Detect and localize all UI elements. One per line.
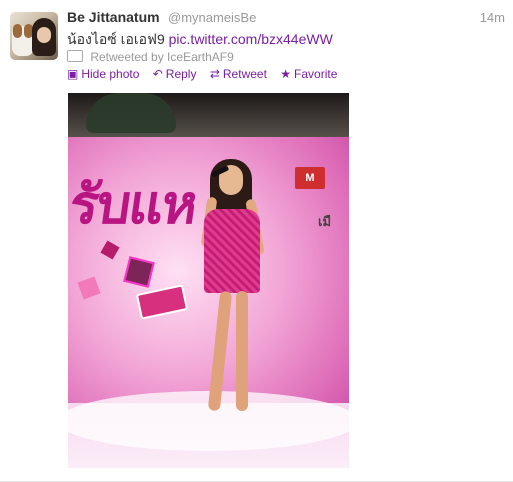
tweet-username[interactable]: @mynameisBe [168,10,256,25]
singer-dress [204,209,260,293]
tweet-link[interactable]: pic.twitter.com/bzx44eWW [169,31,333,47]
retweet-small-icon [67,50,83,62]
retweet-icon: ⇄ [209,67,220,81]
tweet-actions: ▣ Hide photo ↶ Reply ⇄ Retweet ★ Favorite [67,67,347,81]
tweet-text-body: น้องไอซ์ เอเอฟ9 [67,31,165,47]
tweet-photo[interactable]: รับแห M เมื [68,93,349,468]
favorite-button[interactable]: ★ Favorite [280,67,337,81]
tweet: Be Jittanatum @mynameisBe 14m น้องไอซ์ เ… [0,0,513,482]
tweet-timestamp[interactable]: 14m [480,10,505,25]
retweet-label: Retweet [222,67,267,81]
tweet-text: น้องไอซ์ เอเอฟ9 pic.twitter.com/bzx44eWW [67,29,333,51]
retweet-button[interactable]: ⇄ Retweet [210,67,270,81]
singer-leg-right [236,291,248,411]
reply-label: Reply [165,67,197,81]
avatar-dog [12,24,34,56]
hide-photo-button[interactable]: ▣ Hide photo [67,67,143,81]
tweet-fullname[interactable]: Be Jittanatum [67,9,160,25]
avatar[interactable] [10,12,58,60]
avatar-face [37,27,51,43]
retweeted-by: Retweeted by IceEarthAF9 [67,49,234,64]
photo-icon: ▣ [67,67,79,81]
reply-button[interactable]: ↶ Reply [153,67,200,81]
retweeted-by-text: Retweeted by IceEarthAF9 [90,50,234,64]
photo-side-text: เมื [318,214,332,229]
photo-banner-text: รับแห [68,175,200,235]
favorite-label: Favorite [294,67,338,81]
singer [198,159,278,419]
hide-photo-label: Hide photo [81,67,140,81]
mall-logo: M [295,167,325,189]
star-icon: ★ [280,67,292,81]
singer-leg-left [207,290,233,412]
photo-tree [86,93,176,133]
reply-icon: ↶ [152,67,163,81]
